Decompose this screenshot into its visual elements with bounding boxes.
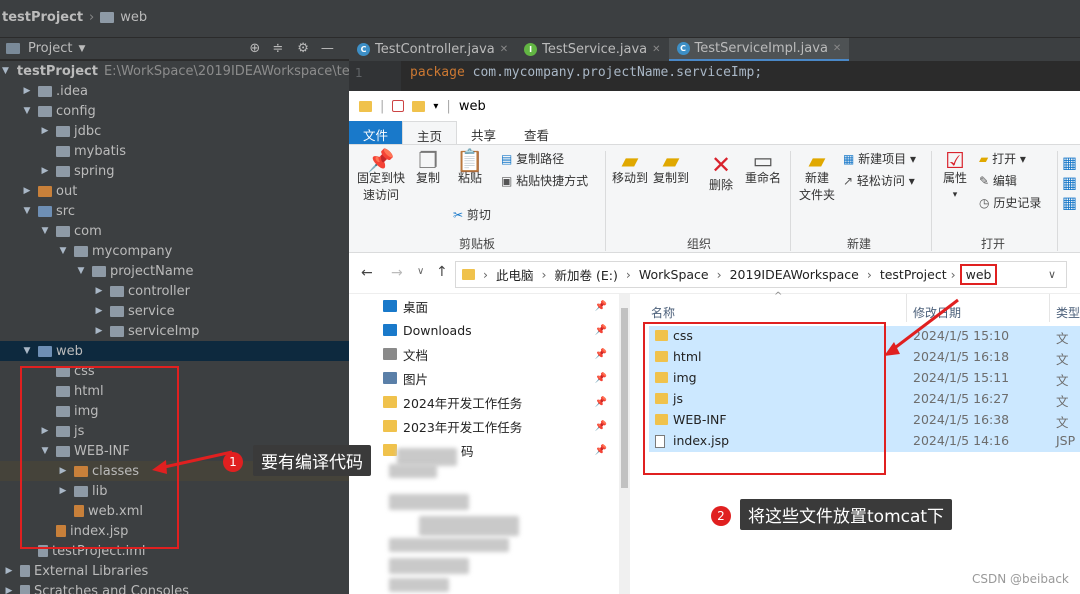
- annotation-callout-one: 要有编译代码: [253, 445, 371, 476]
- arrow-one-head: [152, 460, 167, 474]
- annotation-callout-two: 将这些文件放置tomcat下: [740, 499, 953, 530]
- arrow-one: [159, 450, 233, 470]
- annotation-badge-two: 2: [711, 506, 731, 526]
- annotation-badge-one: 1: [223, 452, 243, 472]
- watermark: CSDN @beiback: [972, 572, 1069, 586]
- arrow-two: [891, 298, 959, 352]
